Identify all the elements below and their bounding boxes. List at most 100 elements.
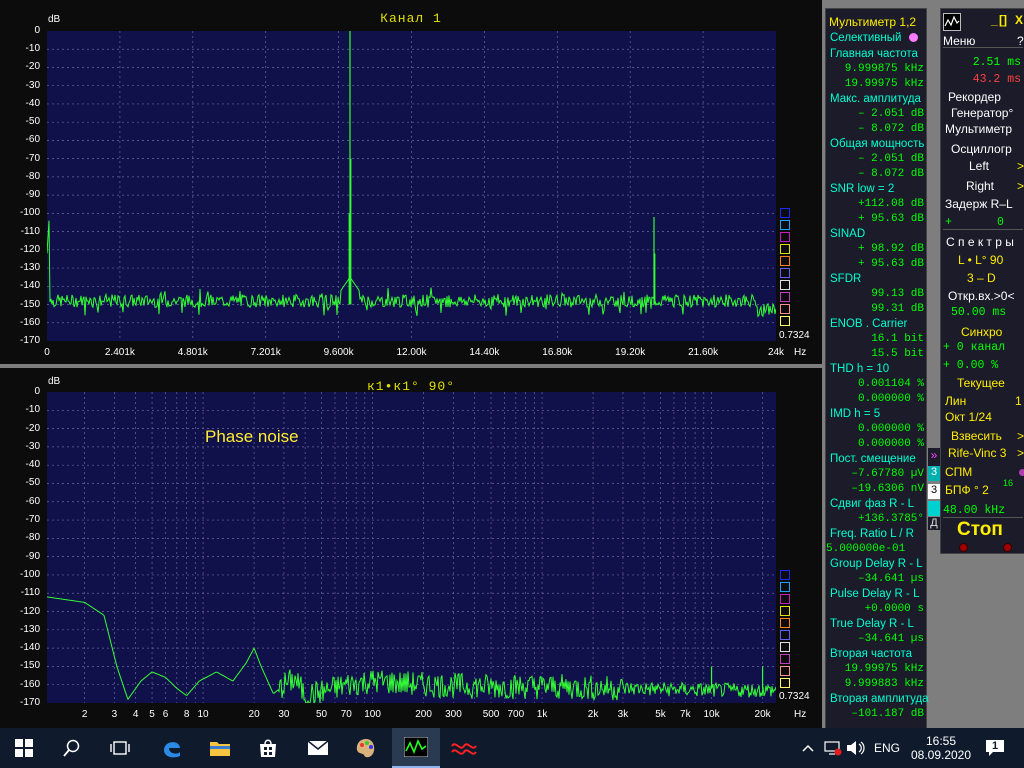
- trace-selector-box[interactable]: [780, 232, 790, 242]
- trace-selector-box[interactable]: [780, 642, 790, 652]
- maximize-button[interactable]: []: [999, 13, 1007, 27]
- trace-selector-box[interactable]: [780, 678, 790, 688]
- control-oct[interactable]: Окт 1/24: [945, 409, 1024, 426]
- close-button[interactable]: X: [1015, 13, 1023, 27]
- control-right[interactable]: Right: [966, 178, 1024, 195]
- trace-selector-box[interactable]: [780, 244, 790, 254]
- meter-max-amp-v2: – 8.072 dB: [857, 123, 924, 135]
- control-sync-pct[interactable]: + 0.00 %: [943, 357, 1024, 374]
- meter-pulse-delay[interactable]: Pulse Delay R - L: [826, 587, 930, 602]
- scroll-up-icon[interactable]: »: [928, 448, 940, 466]
- trace-selector-box[interactable]: [780, 654, 790, 664]
- strip-button-4[interactable]: Д: [928, 517, 940, 530]
- phase-noise-graph: [47, 392, 776, 703]
- trace-selector-box[interactable]: [780, 208, 790, 218]
- meter-second-freq[interactable]: Вторая частота: [826, 647, 930, 662]
- strip-button-3[interactable]: [928, 501, 940, 516]
- language-indicator[interactable]: ENG: [874, 728, 900, 768]
- control-spectra[interactable]: С п е к т р ы: [946, 234, 1024, 251]
- meter-snr[interactable]: SNR low = 2: [826, 182, 930, 197]
- meter-sinad[interactable]: SINAD: [826, 227, 930, 242]
- control-l-l90[interactable]: L • L° 90: [958, 252, 1024, 269]
- control-open-in[interactable]: Откр.вх.>0<: [948, 288, 1024, 305]
- control-current[interactable]: Текущее: [957, 375, 1024, 392]
- trace-selector-box[interactable]: [780, 316, 790, 326]
- meter-imd[interactable]: IMD h = 5: [826, 407, 930, 422]
- y-tick-label: -140: [19, 642, 40, 654]
- meter-main-freq[interactable]: Главная частота: [826, 47, 930, 62]
- meter-max-amp[interactable]: Макс. амплитуда: [826, 92, 930, 107]
- notification-center-button[interactable]: 1: [985, 728, 1005, 768]
- taskbar-app-edge[interactable]: [148, 728, 196, 768]
- control-time1[interactable]: 2.51 ms: [941, 54, 1021, 71]
- trace-selector-box[interactable]: [780, 582, 790, 592]
- selective-toggle[interactable]: Селективный: [826, 31, 930, 46]
- taskbar-app-generator[interactable]: [440, 728, 488, 768]
- control-generator[interactable]: Генератор°: [951, 105, 1024, 122]
- trace-selector-box[interactable]: [780, 594, 790, 604]
- volume-icon[interactable]: [846, 728, 866, 768]
- control-multimeter[interactable]: Мультиметр: [945, 121, 1024, 138]
- taskbar-app-store[interactable]: [244, 728, 292, 768]
- control-panel: _ [] X Меню? 2.51 ms 43.2 ms Рекордер Генера…: [940, 8, 1024, 554]
- control-lin-val[interactable]: 1: [1015, 393, 1024, 410]
- multimeter-title[interactable]: Мультиметр 1,2: [826, 15, 929, 30]
- meter-second-amp-v1: –101.187 dB: [851, 708, 924, 720]
- stop-button[interactable]: Стоп: [957, 519, 1003, 541]
- trace-selector-box[interactable]: [780, 666, 790, 676]
- task-view-button[interactable]: [96, 728, 144, 768]
- meter-true-delay[interactable]: True Delay R - L: [826, 617, 930, 632]
- trace-selector-box[interactable]: [780, 630, 790, 640]
- trace-selector-box[interactable]: [780, 292, 790, 302]
- windows-taskbar: ENG 16:55 08.09.2020 1: [0, 728, 1024, 768]
- control-weigh[interactable]: Взвесить: [951, 428, 1024, 445]
- spectrum-plot-bottom[interactable]: Phase noise: [47, 392, 776, 703]
- trace-selector-box[interactable]: [780, 304, 790, 314]
- start-button[interactable]: [0, 728, 48, 768]
- trace-selector-box[interactable]: [780, 606, 790, 616]
- control-sync-channel[interactable]: + 0 канал: [943, 339, 1024, 356]
- meter-thd[interactable]: THD h = 10: [826, 362, 930, 377]
- trace-selector-box[interactable]: [780, 570, 790, 580]
- network-icon[interactable]: [824, 728, 842, 768]
- control-lin[interactable]: Лин: [945, 393, 1024, 410]
- meter-sfdr-v1: 99.13 dB: [871, 288, 924, 300]
- windows-logo-icon: [15, 739, 33, 757]
- meter-enob[interactable]: ENOB . Carrier: [826, 317, 930, 332]
- trace-selector-box[interactable]: [780, 256, 790, 266]
- taskbar-app-mail[interactable]: [294, 728, 342, 768]
- trace-selector-box[interactable]: [780, 618, 790, 628]
- meter-phase[interactable]: Сдвиг фаз R - L: [826, 497, 930, 512]
- taskbar-app-explorer[interactable]: [196, 728, 244, 768]
- meter-freq-ratio[interactable]: Freq. Ratio L / R: [826, 527, 930, 542]
- search-button[interactable]: [48, 728, 96, 768]
- taskbar-app-spectrum-analyzer[interactable]: [392, 728, 440, 768]
- control-left[interactable]: Left: [969, 158, 1024, 175]
- trace-selector-box[interactable]: [780, 220, 790, 230]
- control-time2[interactable]: 43.2 ms: [941, 71, 1021, 88]
- tray-expand-icon[interactable]: [802, 728, 814, 768]
- control-rife[interactable]: Rife-Vinc 3: [948, 445, 1024, 462]
- control-three-d[interactable]: 3 – D: [967, 270, 1024, 287]
- meter-group-delay[interactable]: Group Delay R - L: [826, 557, 930, 572]
- search-icon: [63, 739, 80, 757]
- channel-strip[interactable]: » 3 3 Д: [928, 448, 940, 530]
- y-tick-label: -160: [19, 316, 40, 328]
- meter-total-power[interactable]: Общая мощность: [826, 137, 930, 152]
- meter-second-amp[interactable]: Вторая амплитуда: [826, 692, 930, 707]
- trace-selector-box[interactable]: [780, 268, 790, 278]
- trace-selector-box[interactable]: [780, 280, 790, 290]
- strip-button-1[interactable]: 3: [928, 466, 940, 481]
- control-recorder[interactable]: Рекордер: [948, 89, 1024, 106]
- minimize-button[interactable]: _: [991, 13, 998, 27]
- control-oscillograph[interactable]: Осциллогр: [951, 141, 1024, 158]
- strip-button-2[interactable]: 3: [928, 484, 940, 499]
- control-open-time[interactable]: 50.00 ms: [951, 304, 1024, 321]
- meter-sfdr[interactable]: SFDR: [826, 272, 930, 287]
- spectrum-plot-top[interactable]: [47, 31, 776, 341]
- meter-dc[interactable]: Пост. смещение: [826, 452, 930, 467]
- taskbar-app-paint[interactable]: [342, 728, 390, 768]
- control-delay[interactable]: Задерж R–L: [945, 196, 1024, 213]
- clock[interactable]: 16:55 08.09.2020: [910, 728, 972, 768]
- app-icon: [943, 13, 961, 31]
